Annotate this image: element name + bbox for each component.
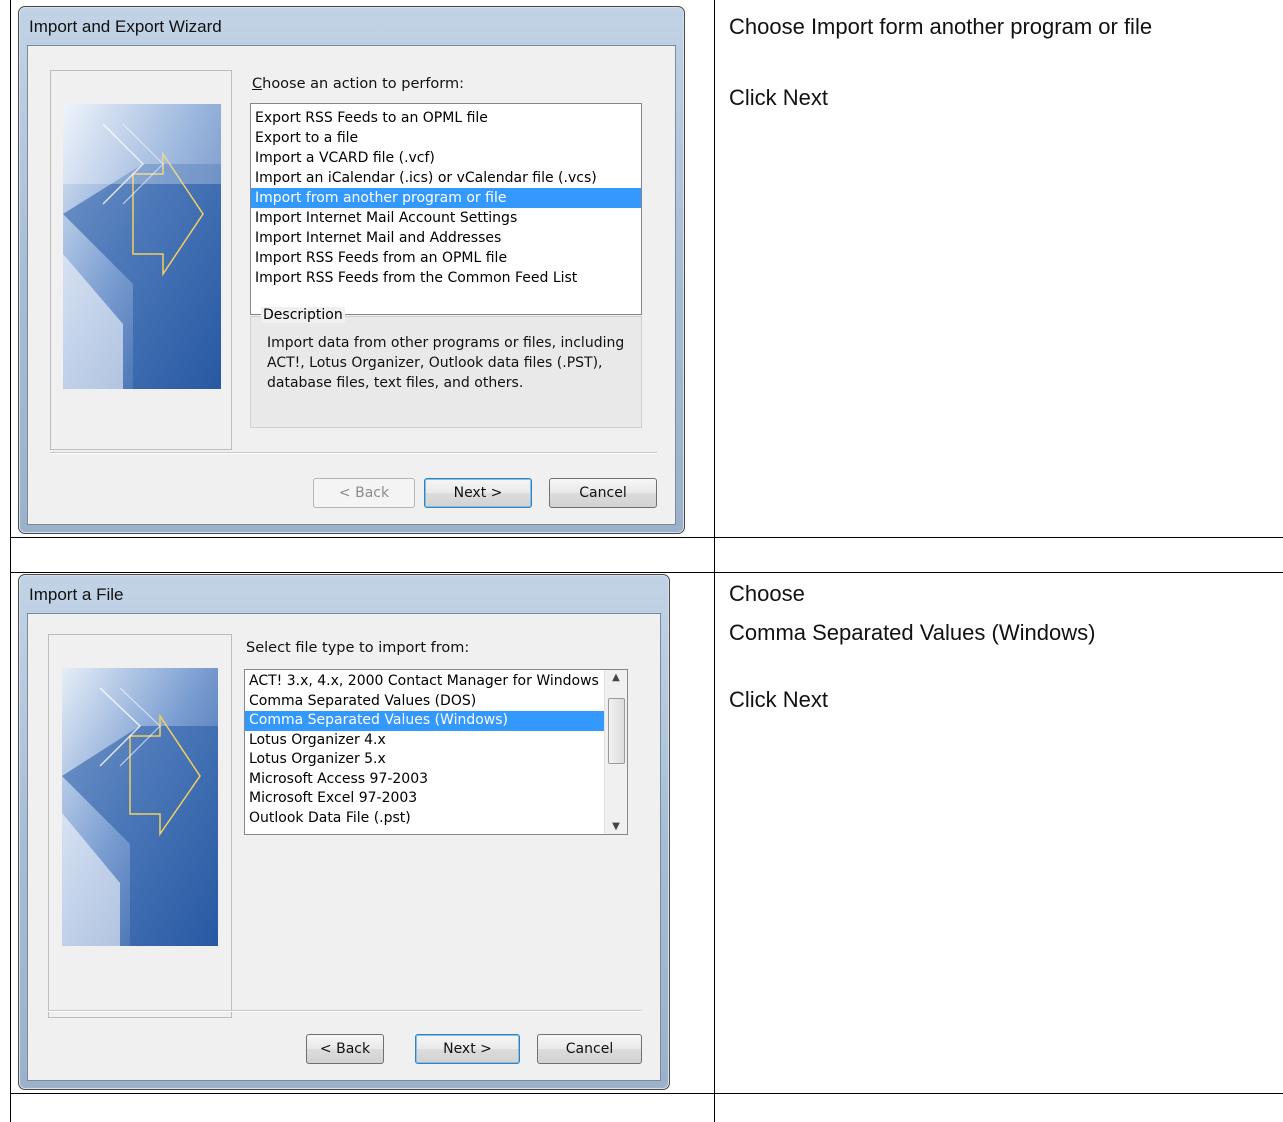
action-listbox[interactable]: Export RSS Feeds to an OPML file Export t… — [250, 103, 642, 315]
prompt-mnemonic: C — [252, 76, 263, 92]
import-export-wizard-dialog: Import and Export Wizard Choose an actio… — [18, 6, 685, 534]
button-separator — [50, 452, 657, 454]
file-type-list-item[interactable]: Comma Separated Values (Windows) — [245, 711, 605, 731]
dialog2-title: Import a File — [29, 585, 124, 604]
file-type-items: ACT! 3.x, 4.x, 2000 Contact Manager for … — [245, 672, 605, 828]
import-a-file-dialog: Import a File Select file type to import… — [18, 574, 670, 1090]
action-list-item[interactable]: Import Internet Mail and Addresses — [251, 228, 641, 248]
file-type-list-item[interactable]: Lotus Organizer 5.x — [245, 750, 605, 770]
file-type-list-item[interactable]: ACT! 3.x, 4.x, 2000 Contact Manager for … — [245, 672, 605, 692]
dialog2-body: Select file type to import from: ACT! 3.… — [27, 613, 661, 1081]
description-text: Import data from other programs or files… — [267, 335, 625, 391]
file-type-scrollbar[interactable]: ▲ ▼ — [604, 670, 627, 834]
back-button[interactable]: < Back — [313, 478, 415, 508]
table-row-line-3 — [10, 1093, 1283, 1094]
next-button-2[interactable]: Next > — [415, 1034, 520, 1064]
file-type-list-item[interactable]: Comma Separated Values (DOS) — [245, 692, 605, 712]
action-prompt: Choose an action to perform: — [252, 76, 464, 92]
instruction-choose: Choose — [729, 581, 805, 606]
table-row-line-1 — [10, 537, 1283, 538]
next-button[interactable]: Next > — [424, 478, 532, 508]
instruction-choose-import: Choose Import form another program or fi… — [729, 14, 1153, 39]
file-type-prompt: Select file type to import from: — [246, 640, 470, 656]
file-type-list-item[interactable]: Lotus Organizer 4.x — [245, 731, 605, 751]
action-list-item[interactable]: Export to a file — [251, 128, 641, 148]
scroll-up-icon[interactable]: ▲ — [605, 672, 627, 683]
instruction-click-next-2: Click Next — [729, 687, 829, 712]
file-type-listbox[interactable]: ACT! 3.x, 4.x, 2000 Contact Manager for … — [244, 669, 628, 835]
wizard2-arrow-art — [62, 668, 218, 946]
wizard-arrow-art — [63, 104, 221, 389]
back-button-2[interactable]: < Back — [306, 1034, 384, 1064]
table-row-line-2 — [10, 572, 1283, 573]
scroll-down-icon[interactable]: ▼ — [605, 821, 627, 832]
scrollbar-thumb[interactable] — [608, 698, 625, 764]
cancel-button-2[interactable]: Cancel — [537, 1034, 642, 1064]
button-separator-2 — [48, 1010, 641, 1012]
instruction-click-next-1: Click Next — [729, 85, 829, 110]
prompt-rest: hoose an action to perform: — [262, 76, 465, 92]
action-list-item[interactable]: Import a VCARD file (.vcf) — [251, 148, 641, 168]
description-group: Description Import data from other progr… — [250, 307, 642, 428]
cancel-button[interactable]: Cancel — [549, 478, 657, 508]
dialog-body: Choose an action to perform: Export RSS … — [27, 45, 676, 525]
action-list-item[interactable]: Import RSS Feeds from an OPML file — [251, 248, 641, 268]
action-list-item[interactable]: Import from another program or file — [251, 188, 641, 208]
file-type-list-item[interactable]: Microsoft Access 97-2003 — [245, 770, 605, 790]
table-border-left — [10, 0, 11, 1122]
table-border-middle — [714, 0, 715, 1122]
action-list-item[interactable]: Import an iCalendar (.ics) or vCalendar … — [251, 168, 641, 188]
description-legend: Description — [261, 307, 345, 323]
dialog-title: Import and Export Wizard — [29, 17, 222, 36]
action-list-item[interactable]: Import Internet Mail Account Settings — [251, 208, 641, 228]
action-list-item[interactable]: Export RSS Feeds to an OPML file — [251, 108, 641, 128]
action-list-item[interactable]: Import RSS Feeds from the Common Feed Li… — [251, 268, 641, 288]
file-type-list-item[interactable]: Microsoft Excel 97-2003 — [245, 789, 605, 809]
instruction-csv-windows: Comma Separated Values (Windows) — [729, 620, 1096, 645]
file-type-list-item[interactable]: Outlook Data File (.pst) — [245, 809, 605, 829]
